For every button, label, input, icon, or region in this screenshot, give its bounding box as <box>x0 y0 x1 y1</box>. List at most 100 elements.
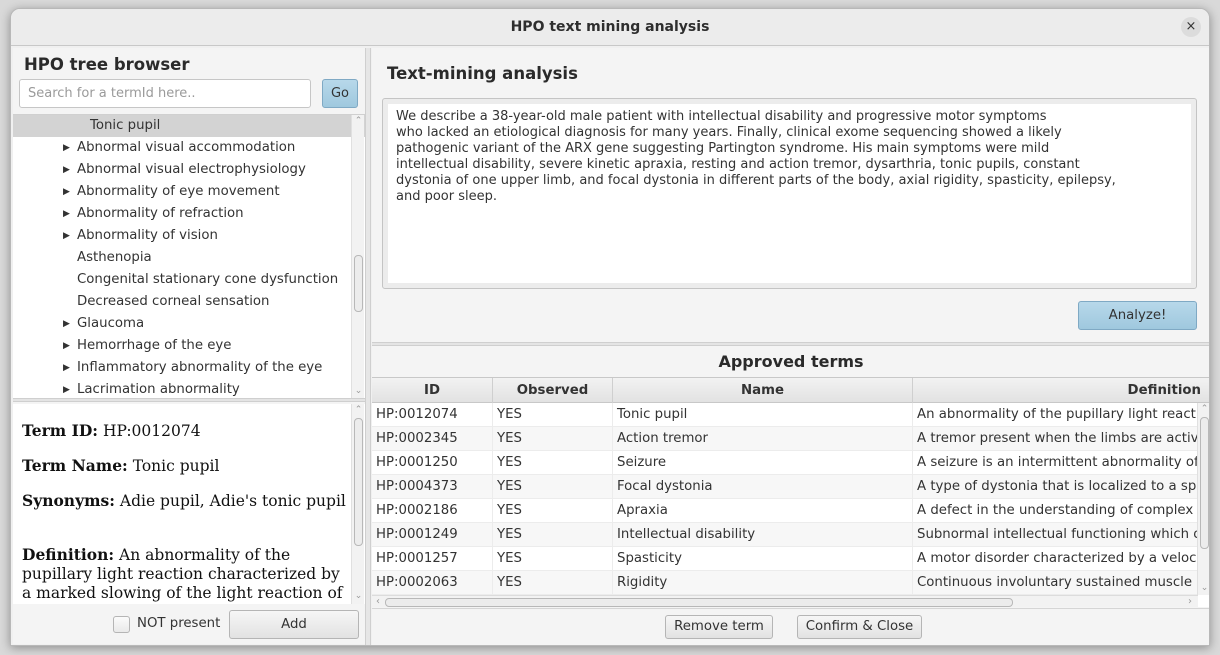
scroll-right-icon[interactable]: › <box>1184 596 1196 607</box>
cell-observed: YES <box>493 523 613 547</box>
right-splitter[interactable] <box>372 342 1209 346</box>
add-button[interactable]: Add <box>229 610 359 639</box>
approved-terms-table: ID Observed Name Definition HP:0012074 YE… <box>372 377 1209 607</box>
tree-item[interactable]: Decreased corneal sensation <box>13 291 365 313</box>
cell-id: HP:0001249 <box>372 523 493 547</box>
table-hscroll-thumb[interactable] <box>385 598 1013 607</box>
term-id-value: HP:0012074 <box>102 422 201 440</box>
confirm-close-button[interactable]: Confirm & Close <box>797 615 922 639</box>
scroll-down-icon[interactable]: ⌄ <box>352 385 365 397</box>
hpo-tree[interactable]: Tonic pupil ▶ Abnormal visual accommodatio… <box>13 114 365 398</box>
details-scroll-thumb[interactable] <box>354 418 363 546</box>
table-row[interactable]: HP:0001257 YES Spasticity A motor disorder … <box>372 547 1198 571</box>
tree-browser-title: HPO tree browser <box>24 55 190 74</box>
cell-definition: Continuous involuntary sustained muscle … <box>913 571 1198 595</box>
cell-id: HP:0004373 <box>372 475 493 499</box>
tree-item-label: Inflammatory abnormality of the eye <box>77 360 323 375</box>
close-icon[interactable]: × <box>1181 17 1201 37</box>
not-present-checkbox[interactable] <box>113 616 130 633</box>
cell-observed: YES <box>493 499 613 523</box>
table-vscroll-thumb[interactable] <box>1200 417 1209 549</box>
hpo-tree-panel: HPO tree browser Go Tonic pupil ▶ Abnormal… <box>13 48 365 644</box>
tree-item-label: Tonic pupil <box>90 118 161 133</box>
action-bar: Remove term Confirm & Close <box>372 608 1209 645</box>
cell-name: Spasticity <box>613 547 913 571</box>
tree-item[interactable]: ▶ Abnormal visual accommodation <box>13 137 365 159</box>
synonyms-line: Synonyms: Adie pupil, Adie's tonic pupil <box>22 491 352 511</box>
tree-scrollbar[interactable]: ⌃ ⌄ <box>351 115 364 398</box>
scroll-down-icon[interactable]: ⌄ <box>1198 582 1209 594</box>
table-row[interactable]: HP:0002186 YES Apraxia A defect in the unde… <box>372 499 1198 523</box>
definition-label: Definition: <box>22 545 115 564</box>
go-button[interactable]: Go <box>322 79 358 108</box>
tree-item-label: Asthenopia <box>77 250 152 265</box>
analyze-button[interactable]: Analyze! <box>1078 301 1197 330</box>
cell-name: Intellectual disability <box>613 523 913 547</box>
scroll-up-icon[interactable]: ⌃ <box>1198 403 1209 415</box>
table-row[interactable]: HP:0004373 YES Focal dystonia A type of dys… <box>372 475 1198 499</box>
scroll-left-icon[interactable]: ‹ <box>372 596 384 607</box>
cell-observed: YES <box>493 427 613 451</box>
expand-arrow-icon[interactable]: ▶ <box>63 357 70 379</box>
table-row[interactable]: HP:0001249 YES Intellectual disability Subn… <box>372 523 1198 547</box>
tree-item[interactable]: ▶ Abnormality of vision <box>13 225 365 247</box>
details-scrollbar[interactable]: ⌃ ⌄ <box>351 404 364 604</box>
column-header-definition[interactable]: Definition <box>913 378 1209 403</box>
tree-browser-section: HPO tree browser Go Tonic pupil ▶ Abnormal… <box>13 48 365 398</box>
tree-item[interactable]: Asthenopia <box>13 247 365 269</box>
text-mining-title: Text-mining analysis <box>387 64 578 83</box>
cell-observed: YES <box>493 451 613 475</box>
expand-arrow-icon[interactable]: ▶ <box>63 203 70 225</box>
scroll-down-icon[interactable]: ⌄ <box>352 590 365 602</box>
cell-observed: YES <box>493 475 613 499</box>
cell-observed: YES <box>493 403 613 427</box>
expand-arrow-icon[interactable]: ▶ <box>63 313 70 335</box>
table-row[interactable]: HP:0012074 YES Tonic pupil An abnormality o… <box>372 403 1198 427</box>
table-hscrollbar[interactable]: ‹ › <box>372 595 1198 607</box>
tree-item[interactable]: ▶ Abnormal visual electrophysiology <box>13 159 365 181</box>
tree-item[interactable]: ▶ Inflammatory abnormality of the eye <box>13 357 365 379</box>
tree-item[interactable]: Congenital stationary cone dysfunction <box>13 269 365 291</box>
tree-item-label: Glaucoma <box>77 316 145 331</box>
main-window: HPO text mining analysis × HPO tree brow… <box>10 8 1210 646</box>
scroll-up-icon[interactable]: ⌃ <box>352 404 365 416</box>
expand-arrow-icon[interactable]: ▶ <box>63 379 70 398</box>
title-bar: HPO text mining analysis × <box>11 9 1209 46</box>
add-term-bar: NOT present Add <box>13 604 365 644</box>
table-row[interactable]: HP:0002063 YES Rigidity Continuous involunt… <box>372 571 1198 595</box>
tree-item[interactable]: ▶ Glaucoma <box>13 313 365 335</box>
left-splitter[interactable] <box>13 398 365 402</box>
tree-item-label: Congenital stationary cone dysfunction <box>77 272 339 287</box>
expand-arrow-icon[interactable]: ▶ <box>63 335 70 357</box>
table-vscrollbar[interactable]: ⌃ ⌄ <box>1197 403 1209 595</box>
tree-item-selected[interactable]: Tonic pupil <box>13 115 365 137</box>
cell-name: Apraxia <box>613 499 913 523</box>
column-header-observed[interactable]: Observed <box>493 378 613 403</box>
tree-rows: Tonic pupil ▶ Abnormal visual accommodatio… <box>13 115 365 398</box>
definition-line: Definition: An abnormality of the pupill… <box>22 545 352 603</box>
expand-arrow-icon[interactable]: ▶ <box>63 225 70 247</box>
tree-item[interactable]: ▶ Abnormality of eye movement <box>13 181 365 203</box>
cell-definition: A type of dystonia that is localized to … <box>913 475 1198 499</box>
remove-term-button[interactable]: Remove term <box>665 615 773 639</box>
tree-scroll-thumb[interactable] <box>354 255 363 312</box>
column-header-name[interactable]: Name <box>613 378 913 403</box>
scroll-up-icon[interactable]: ⌃ <box>352 115 365 127</box>
table-row[interactable]: HP:0002345 YES Action tremor A tremor prese… <box>372 427 1198 451</box>
expand-arrow-icon[interactable]: ▶ <box>63 181 70 203</box>
cell-definition: A motor disorder characterized by a velo… <box>913 547 1198 571</box>
text-mining-panel: Text-mining analysis We describe a 38-ye… <box>372 48 1209 645</box>
expand-arrow-icon[interactable]: ▶ <box>63 159 70 181</box>
approved-terms-title: Approved terms <box>718 352 864 371</box>
table-row[interactable]: HP:0001250 YES Seizure A seizure is an inte… <box>372 451 1198 475</box>
term-search-input[interactable] <box>19 79 311 108</box>
analysis-text-input[interactable]: We describe a 38-year-old male patient w… <box>388 104 1191 283</box>
main-splitter[interactable] <box>365 48 371 645</box>
tree-item[interactable]: ▶ Abnormality of refraction <box>13 203 365 225</box>
expand-arrow-icon[interactable]: ▶ <box>63 137 70 159</box>
column-header-id[interactable]: ID <box>372 378 493 403</box>
cell-name: Action tremor <box>613 427 913 451</box>
tree-item[interactable]: ▶ Lacrimation abnormality <box>13 379 365 398</box>
tree-item[interactable]: ▶ Hemorrhage of the eye <box>13 335 365 357</box>
not-present-label: NOT present <box>137 616 221 631</box>
